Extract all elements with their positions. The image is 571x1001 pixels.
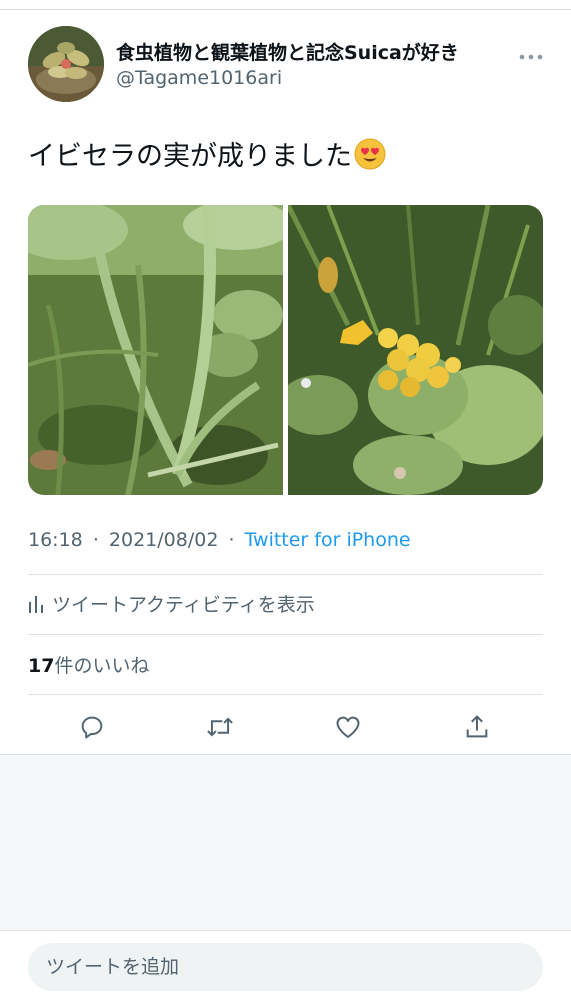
divider — [28, 574, 543, 575]
tweet-text-body: イビセラの実が成りました — [28, 141, 352, 172]
tweet-meta: 16:18 · 2021/08/02 · Twitter for iPhone — [28, 529, 411, 551]
share-button[interactable] — [460, 710, 494, 744]
like-icon — [336, 716, 360, 738]
share-icon — [466, 715, 488, 738]
likes-label: 件のいいね — [54, 655, 150, 677]
analytics-icon — [29, 595, 43, 613]
reply-icon — [81, 716, 103, 739]
more-options-icon[interactable] — [518, 47, 544, 60]
tweet-date: 2021/08/02 — [108, 529, 219, 551]
meta-separator: · — [228, 529, 235, 551]
tweet-activity-label: ツイートアクティビティを表示 — [52, 594, 315, 616]
likes-count: 17 — [28, 655, 55, 677]
tweet-activity-link[interactable]: ツイートアクティビティを表示 — [28, 590, 315, 617]
user-handle[interactable]: @Tagame1016ari — [116, 67, 282, 89]
retweet-icon — [207, 717, 233, 737]
avatar[interactable] — [28, 26, 104, 102]
add-tweet-input[interactable] — [28, 943, 543, 991]
meta-separator: · — [92, 529, 99, 551]
likes-link[interactable]: 17件のいいね — [28, 651, 149, 678]
tweet-time: 16:18 — [28, 529, 83, 551]
tweet-media[interactable] — [28, 205, 543, 495]
photo-yellow-fruits[interactable] — [278, 205, 543, 495]
like-button[interactable] — [331, 710, 365, 744]
smiling-face-with-heart-eyes-icon — [354, 138, 386, 170]
tweet-text: イビセラの実が成りました — [28, 134, 386, 173]
reply-bar — [0, 930, 571, 1001]
divider — [28, 634, 543, 635]
retweet-button[interactable] — [203, 710, 237, 744]
divider — [28, 694, 543, 695]
reply-button[interactable] — [75, 710, 109, 744]
photo-plant-stems[interactable] — [28, 205, 293, 495]
tweet-source-link[interactable]: Twitter for iPhone — [245, 529, 411, 551]
avatar-image — [28, 26, 104, 102]
display-name[interactable]: 食虫植物と観葉植物と記念Suicaが好き — [116, 38, 459, 65]
tweet-detail: 食虫植物と観葉植物と記念Suicaが好き @Tagame1016ari イビセラ… — [0, 10, 571, 754]
